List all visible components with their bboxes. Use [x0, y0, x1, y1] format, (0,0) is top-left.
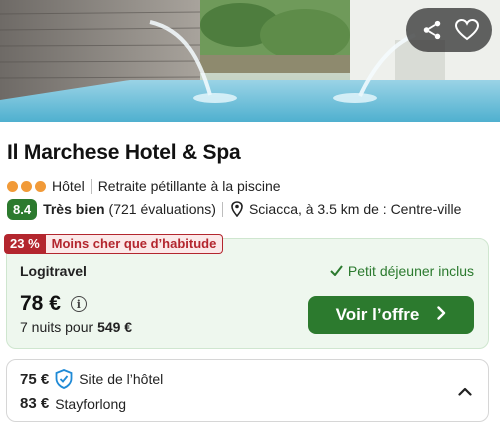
divider [221, 201, 223, 217]
star-dot [21, 180, 32, 192]
hotel-name[interactable]: Il Marchese Hotel & Spa [7, 141, 241, 165]
hotel-photo[interactable] [0, 0, 500, 122]
view-deal-button[interactable]: Voir l’offre [308, 296, 474, 334]
hotel-category: Hôtel [52, 178, 85, 194]
star-rating [7, 180, 46, 192]
photo-actions [406, 8, 492, 52]
breakfast-label: Petit déjeuner inclus [347, 263, 474, 279]
share-icon[interactable] [417, 15, 447, 45]
alt-deal-row[interactable]: 75 € Site de l’hôtel [20, 369, 163, 389]
hotel-highlight: Retraite pétillante à la piscine [97, 178, 281, 194]
rating-score-badge: 8.4 [7, 198, 38, 220]
chevron-up-icon[interactable] [458, 383, 472, 401]
alt-deal-source: Stayforlong [55, 395, 127, 412]
map-pin-icon [231, 201, 243, 217]
breakfast-included: Petit déjeuner inclus [330, 263, 474, 279]
nights-text: 7 nuits pour [20, 319, 94, 335]
discount-percent: 23 % [4, 234, 46, 254]
deal-price-value: 78 € [20, 292, 61, 315]
divider [90, 178, 92, 194]
discount-badge: 23 % Moins cher que d’habitude [4, 234, 224, 254]
review-count[interactable]: (721 évaluations) [109, 201, 216, 217]
chevron-right-icon [437, 305, 446, 325]
check-icon [330, 263, 343, 279]
hotel-meta: Hôtel Retraite pétillante à la piscine [7, 177, 281, 195]
alt-deal-source: Site de l’hôtel [79, 371, 164, 387]
rating-row: 8.4 Très bien (721 évaluations) Sciacca,… [7, 198, 461, 220]
alt-deal-price: 75 € [20, 370, 50, 388]
heart-icon[interactable] [452, 15, 482, 45]
hotel-location[interactable]: Sciacca, à 3.5 km de : Centre-ville [249, 201, 461, 217]
star-dot [35, 180, 46, 192]
info-icon[interactable]: i [70, 296, 87, 312]
discount-label: Moins cher que d’habitude [45, 234, 224, 254]
deal-price: 78 € i [20, 292, 87, 316]
alt-deal-price: 83 € [20, 395, 50, 412]
stay-total: 7 nuits pour 549 € [20, 319, 132, 335]
alt-deal-row[interactable]: 83 € Stayforlong [20, 395, 126, 412]
total-price: 549 € [97, 319, 133, 335]
rating-label: Très bien [43, 201, 105, 217]
star-dot [7, 180, 18, 192]
deal-provider: Logitravel [20, 263, 87, 279]
shield-check-icon [55, 369, 73, 389]
view-deal-label: Voir l’offre [335, 305, 420, 324]
